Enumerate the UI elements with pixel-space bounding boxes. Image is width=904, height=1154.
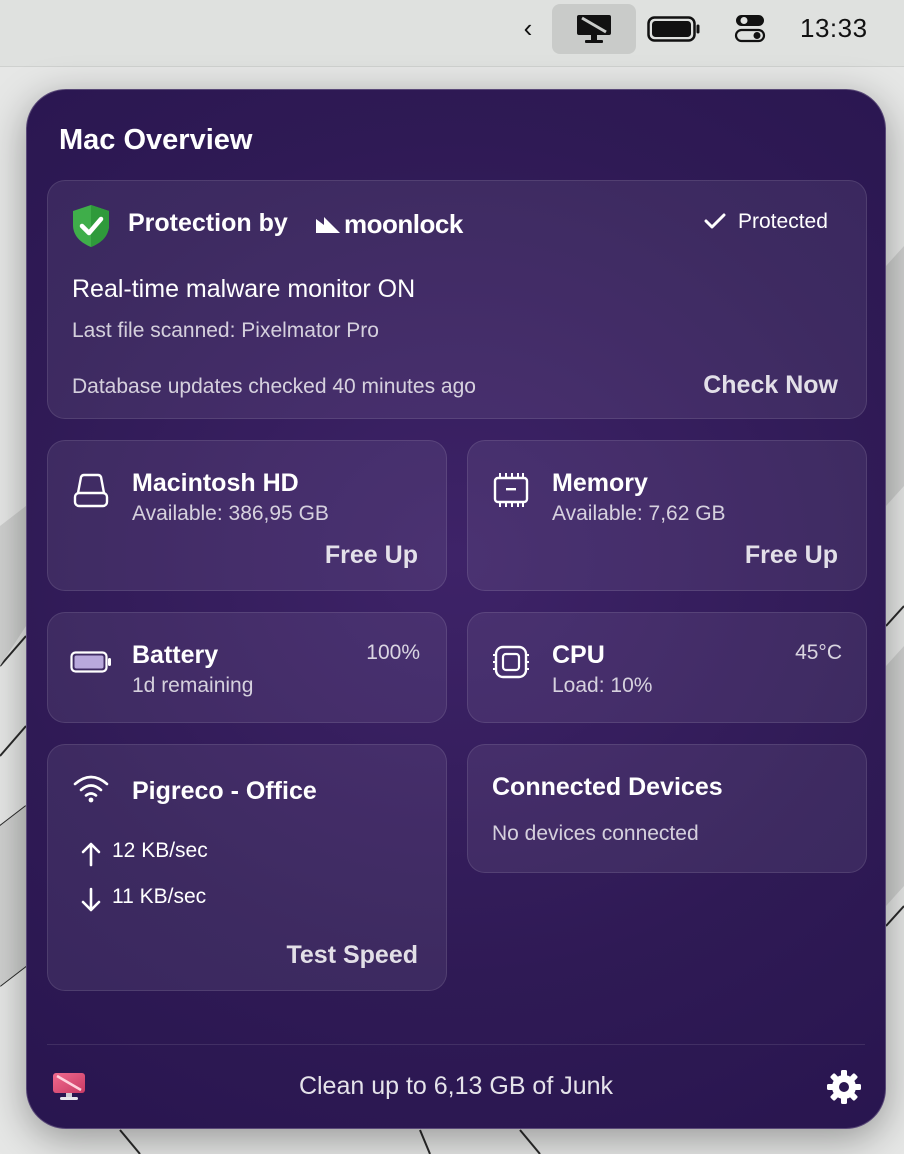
battery-icon[interactable] (646, 14, 702, 44)
mac-overview-panel: Mac Overview Protection by moonlock Prot… (26, 89, 886, 1129)
battery-title: Battery (132, 641, 219, 669)
moonlock-logo-icon (316, 217, 340, 233)
moonlock-brand: moonlock (344, 209, 463, 239)
disk-card[interactable]: Macintosh HD Available: 386,95 GB Free U… (47, 440, 447, 591)
clean-up-junk-button[interactable]: Clean up to 6,13 GB of Junk (27, 1072, 885, 1101)
gear-icon[interactable] (825, 1068, 863, 1106)
connected-devices-status: No devices connected (492, 822, 699, 845)
disk-free-up-button[interactable]: Free Up (325, 541, 418, 570)
memory-free-up-button[interactable]: Free Up (745, 541, 838, 570)
checkmark-icon (704, 213, 726, 229)
battery-remaining: 1d remaining (132, 674, 254, 697)
menu-bar-clock[interactable]: 13:33 (800, 12, 868, 44)
connected-devices-card[interactable]: Connected Devices No devices connected (467, 744, 867, 873)
footer-divider (47, 1044, 865, 1045)
memory-chip-icon (493, 473, 529, 507)
hard-drive-icon (73, 473, 109, 508)
disk-title: Macintosh HD (132, 469, 299, 497)
upload-speed: 12 KB/sec (112, 839, 208, 862)
test-speed-button[interactable]: Test Speed (286, 941, 418, 970)
battery-card[interactable]: Battery 1d remaining 100% (47, 612, 447, 723)
protection-headline: Real-time malware monitor ON (72, 275, 416, 303)
memory-title: Memory (552, 469, 648, 497)
download-arrow-icon (81, 887, 101, 912)
disk-available: Available: 386,95 GB (132, 502, 329, 525)
protection-card[interactable]: Protection by moonlock Protected Real-ti… (47, 180, 867, 419)
database-updates-text: Database updates checked 40 minutes ago (72, 375, 476, 398)
download-speed: 11 KB/sec (112, 885, 207, 908)
cpu-temperature: 45°C (795, 641, 842, 664)
battery-level: 100% (366, 641, 420, 664)
network-card[interactable]: Pigreco - Office 12 KB/sec 11 KB/sec Tes… (47, 744, 447, 991)
menu-bar: ‹ 13:33 (0, 0, 904, 67)
cpu-title: CPU (552, 641, 605, 669)
protection-title: Protection by (128, 209, 288, 237)
check-now-button[interactable]: Check Now (703, 371, 838, 400)
shield-check-icon (73, 205, 109, 247)
memory-card[interactable]: Memory Available: 7,62 GB Free Up (467, 440, 867, 591)
cleanmymac-menu-icon[interactable] (552, 4, 636, 54)
network-title: Pigreco - Office (132, 777, 317, 805)
cpu-card[interactable]: CPU Load: 10% 45°C (467, 612, 867, 723)
cpu-icon (493, 645, 529, 679)
control-center-icon[interactable] (730, 12, 770, 44)
upload-arrow-icon (81, 842, 101, 867)
protection-status: Protected (738, 210, 828, 233)
memory-available: Available: 7,62 GB (552, 502, 726, 525)
chevron-left-icon[interactable]: ‹ (516, 13, 540, 43)
connected-devices-title: Connected Devices (492, 773, 723, 801)
cpu-load: Load: 10% (552, 674, 653, 697)
panel-title: Mac Overview (59, 124, 253, 156)
battery-icon (70, 651, 111, 673)
last-scanned-text: Last file scanned: Pixelmator Pro (72, 319, 379, 342)
wifi-icon (73, 775, 109, 803)
